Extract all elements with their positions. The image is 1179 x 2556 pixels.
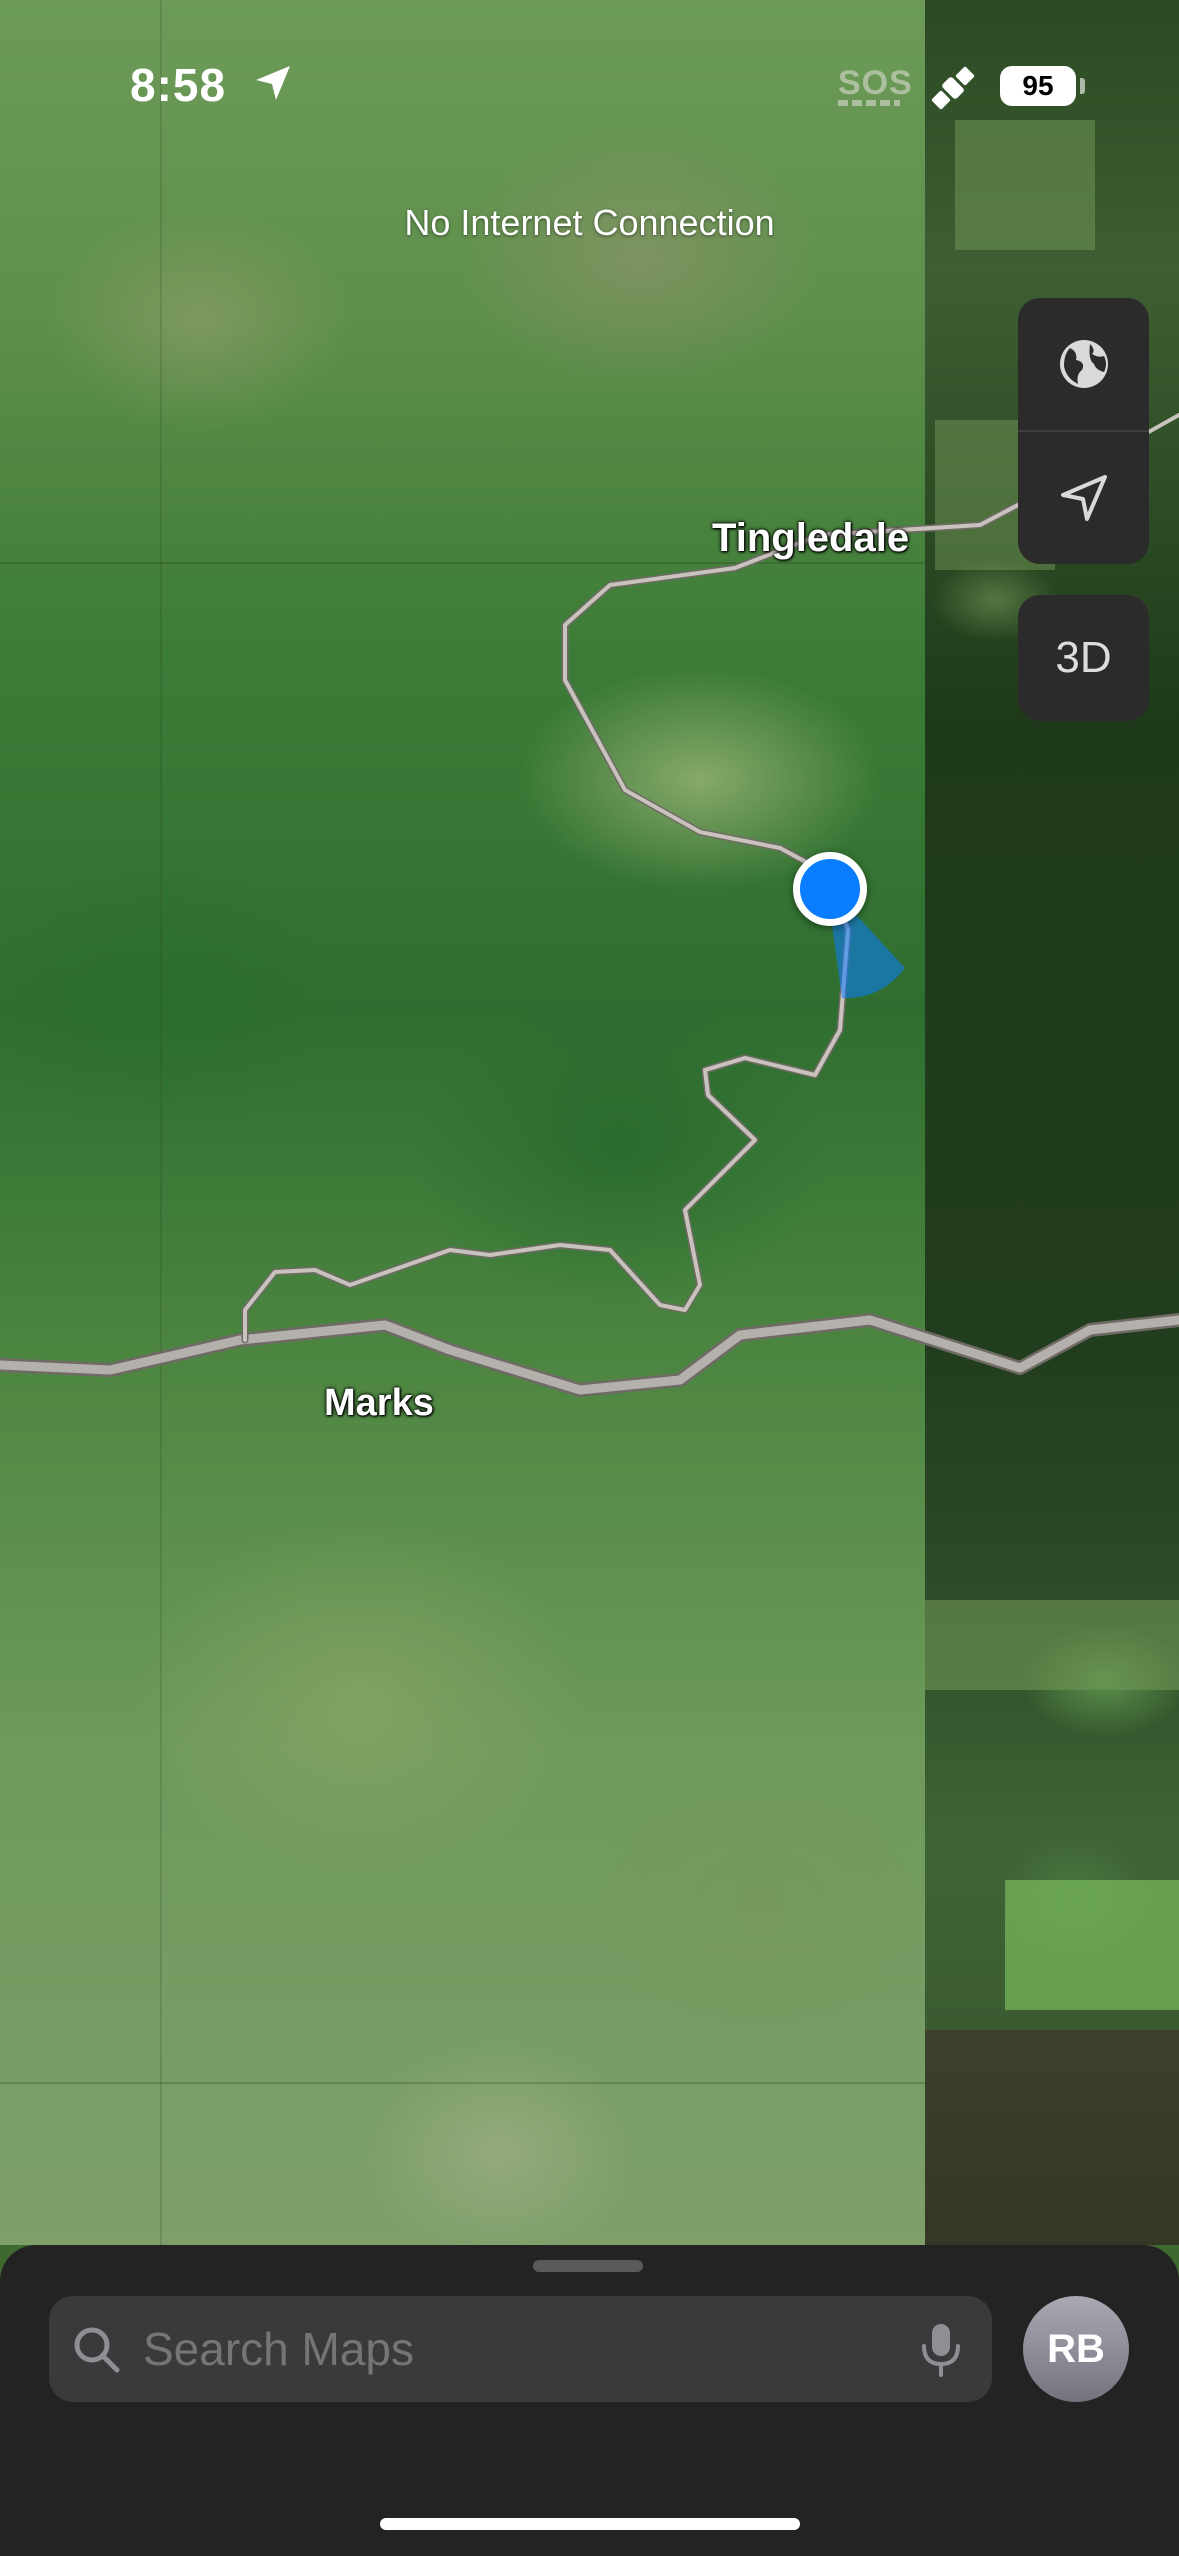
search-icon — [74, 2327, 120, 2373]
location-arrow-icon — [1060, 475, 1107, 521]
track-south — [243, 873, 850, 1342]
place-label-marks[interactable]: Marks — [324, 1382, 434, 1425]
satellite-icon — [931, 66, 975, 110]
3d-toggle-button[interactable]: 3D — [1018, 595, 1149, 721]
sheet-grabber[interactable] — [533, 2260, 643, 2272]
microphone-icon[interactable] — [919, 2322, 963, 2378]
map-view[interactable]: Tingledale Marks — [0, 0, 1179, 2245]
battery-indicator: 95 — [1000, 66, 1076, 106]
search-bar[interactable] — [49, 2296, 992, 2402]
bottom-sheet[interactable]: RB — [0, 2245, 1179, 2556]
track-south-casing — [241, 871, 852, 1344]
location-arrow-icon — [256, 66, 290, 100]
home-indicator[interactable] — [380, 2518, 800, 2530]
battery-tip — [1080, 78, 1085, 94]
avatar[interactable]: RB — [1023, 2296, 1129, 2402]
globe-icon — [1059, 340, 1108, 388]
search-input[interactable] — [143, 2296, 883, 2402]
map-style-button[interactable] — [1018, 298, 1149, 430]
status-time: 8:58 — [130, 59, 227, 111]
sos-signal-dots — [838, 100, 900, 106]
track-location-button[interactable] — [1018, 432, 1149, 564]
place-label-tingledale[interactable]: Tingledale — [712, 516, 909, 561]
roads-layer — [0, 413, 1179, 1397]
sos-indicator: SOS — [838, 64, 913, 102]
map-controls — [1018, 298, 1149, 564]
user-location-dot[interactable] — [793, 852, 867, 926]
battery-level: 95 — [1022, 70, 1054, 101]
no-internet-banner: No Internet Connection — [404, 202, 775, 243]
